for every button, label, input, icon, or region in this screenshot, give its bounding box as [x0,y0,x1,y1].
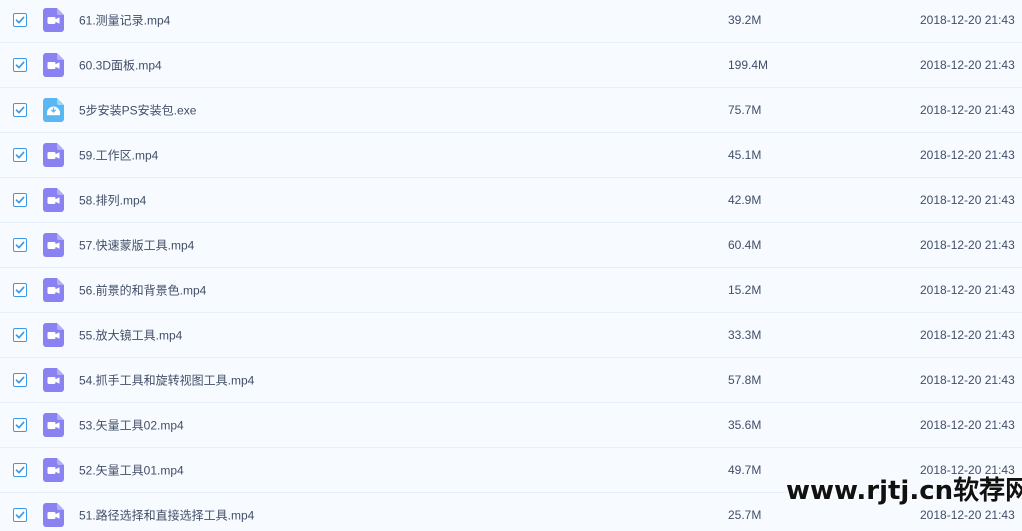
video-file-icon [43,368,64,392]
file-name-link[interactable]: 52.矢量工具01.mp4 [79,462,184,479]
file-row[interactable]: 54.抓手工具和旋转视图工具.mp4 57.8M 2018-12-20 21:43 [0,358,1022,403]
file-row[interactable]: 53.矢量工具02.mp4 35.6M 2018-12-20 21:43 [0,403,1022,448]
file-size: 42.9M [728,193,762,207]
video-file-icon [43,413,64,437]
file-modified-date: 2018-12-20 21:43 [920,238,1015,252]
video-file-icon [43,53,64,77]
file-row[interactable]: 59.工作区.mp4 45.1M 2018-12-20 21:43 [0,133,1022,178]
file-checkbox[interactable] [13,328,27,342]
file-checkbox[interactable] [13,508,27,522]
file-modified-date: 2018-12-20 21:43 [920,418,1015,432]
file-modified-date: 2018-12-20 21:43 [920,148,1015,162]
file-row[interactable]: 57.快速蒙版工具.mp4 60.4M 2018-12-20 21:43 [0,223,1022,268]
file-size: 57.8M [728,373,762,387]
video-file-icon [43,503,64,527]
video-file-icon [43,233,64,257]
file-row[interactable]: 58.排列.mp4 42.9M 2018-12-20 21:43 [0,178,1022,223]
file-checkbox[interactable] [13,193,27,207]
video-file-icon [43,8,64,32]
file-modified-date: 2018-12-20 21:43 [920,58,1015,72]
file-name-link[interactable]: 61.测量记录.mp4 [79,12,170,29]
file-modified-date: 2018-12-20 21:43 [920,13,1015,27]
file-checkbox[interactable] [13,238,27,252]
video-file-icon [43,458,64,482]
file-size: 25.7M [728,508,762,522]
file-size: 33.3M [728,328,762,342]
file-row[interactable]: 55.放大镜工具.mp4 33.3M 2018-12-20 21:43 [0,313,1022,358]
file-size: 35.6M [728,418,762,432]
file-size: 15.2M [728,283,762,297]
file-checkbox[interactable] [13,463,27,477]
file-name-link[interactable]: 59.工作区.mp4 [79,147,158,164]
file-checkbox[interactable] [13,58,27,72]
file-name-link[interactable]: 58.排列.mp4 [79,192,146,209]
video-file-icon [43,143,64,167]
file-modified-date: 2018-12-20 21:43 [920,103,1015,117]
file-size: 39.2M [728,13,762,27]
video-file-icon [43,323,64,347]
file-name-link[interactable]: 51.路径选择和直接选择工具.mp4 [79,507,254,524]
file-size: 45.1M [728,148,762,162]
file-modified-date: 2018-12-20 21:43 [920,193,1015,207]
file-row[interactable]: 61.测量记录.mp4 39.2M 2018-12-20 21:43 [0,0,1022,43]
file-list: 61.测量记录.mp4 39.2M 2018-12-20 21:43 60.3D面板.… [0,0,1022,531]
file-row[interactable]: 5步安装PS安装包.exe 75.7M 2018-12-20 21:43 [0,88,1022,133]
file-checkbox[interactable] [13,148,27,162]
file-checkbox[interactable] [13,373,27,387]
file-size: 60.4M [728,238,762,252]
file-size: 199.4M [728,58,769,72]
file-modified-date: 2018-12-20 21:43 [920,328,1015,342]
file-modified-date: 2018-12-20 21:43 [920,508,1015,522]
exe-file-icon [43,98,64,122]
file-name-link[interactable]: 55.放大镜工具.mp4 [79,327,182,344]
file-size: 75.7M [728,103,762,117]
file-row[interactable]: 56.前景的和背景色.mp4 15.2M 2018-12-20 21:43 [0,268,1022,313]
video-file-icon [43,278,64,302]
file-checkbox[interactable] [13,13,27,27]
file-checkbox[interactable] [13,283,27,297]
file-modified-date: 2018-12-20 21:43 [920,283,1015,297]
file-name-link[interactable]: 57.快速蒙版工具.mp4 [79,237,194,254]
file-name-link[interactable]: 56.前景的和背景色.mp4 [79,282,206,299]
video-file-icon [43,188,64,212]
file-row[interactable]: 60.3D面板.mp4 199.4M 2018-12-20 21:43 [0,43,1022,88]
file-modified-date: 2018-12-20 21:43 [920,373,1015,387]
file-name-link[interactable]: 54.抓手工具和旋转视图工具.mp4 [79,372,254,389]
file-checkbox[interactable] [13,418,27,432]
file-checkbox[interactable] [13,103,27,117]
watermark: www.rjtj.cn软荐网 [786,476,1022,506]
file-name-link[interactable]: 53.矢量工具02.mp4 [79,417,184,434]
file-size: 49.7M [728,463,762,477]
file-name-link[interactable]: 5步安装PS安装包.exe [79,102,196,119]
file-name-link[interactable]: 60.3D面板.mp4 [79,57,162,74]
